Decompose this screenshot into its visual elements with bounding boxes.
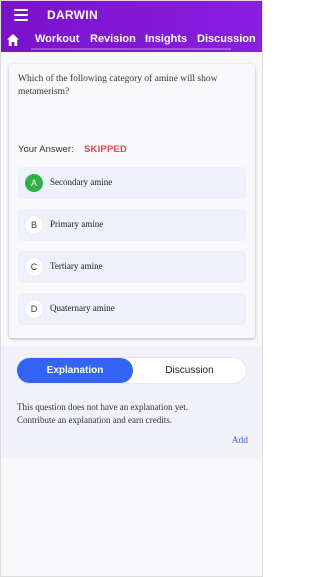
home-icon[interactable]: [6, 33, 20, 47]
option-text: Tertiary amine: [50, 261, 103, 271]
option-d[interactable]: D Quaternary amine: [18, 293, 246, 325]
tab-scroll-indicator: [31, 48, 231, 50]
tab-insights[interactable]: Insights: [145, 33, 187, 45]
option-a[interactable]: A Secondary amine: [18, 167, 246, 199]
top-nav: Workout Revision Insights Discussion: [1, 33, 262, 49]
tab-discussion[interactable]: Discussion: [197, 33, 256, 45]
option-letter: A: [25, 174, 43, 192]
app-bar: DARWIN Workout Revision Insights Discuss…: [1, 1, 262, 52]
question-text: Which of the following category of amine…: [18, 74, 218, 97]
option-text: Quaternary amine: [50, 303, 115, 313]
option-text: Secondary amine: [50, 177, 113, 187]
explanation-panel: Explanation Discussion This question doe…: [1, 346, 262, 459]
no-explanation-message: This question does not have an explanati…: [17, 401, 247, 427]
menu-icon[interactable]: [14, 9, 28, 21]
explanation-tab-button[interactable]: Explanation: [17, 358, 133, 383]
option-letter: B: [25, 216, 43, 234]
option-text: Primary amine: [50, 219, 104, 229]
question-card: Which of the following category of amine…: [9, 64, 255, 338]
your-answer-label: Your Answer:: [18, 144, 74, 155]
tab-workout[interactable]: Workout: [35, 33, 79, 45]
app-frame: DARWIN Workout Revision Insights Discuss…: [0, 0, 263, 577]
option-b[interactable]: B Primary amine: [18, 209, 246, 241]
option-c[interactable]: C Tertiary amine: [18, 251, 246, 283]
explanation-discussion-toggle: Explanation Discussion: [17, 358, 246, 383]
discussion-tab-button[interactable]: Discussion: [133, 358, 246, 383]
add-explanation-link[interactable]: Add: [232, 436, 248, 446]
answer-status-badge: SKIPPED: [84, 144, 128, 155]
option-letter: D: [25, 300, 43, 318]
tab-revision[interactable]: Revision: [90, 33, 136, 45]
message-line-1: This question does not have an explanati…: [17, 402, 188, 412]
app-title: DARWIN: [47, 8, 98, 22]
option-letter: C: [25, 258, 43, 276]
message-line-2: Contribute an explanation and earn credi…: [17, 415, 172, 425]
